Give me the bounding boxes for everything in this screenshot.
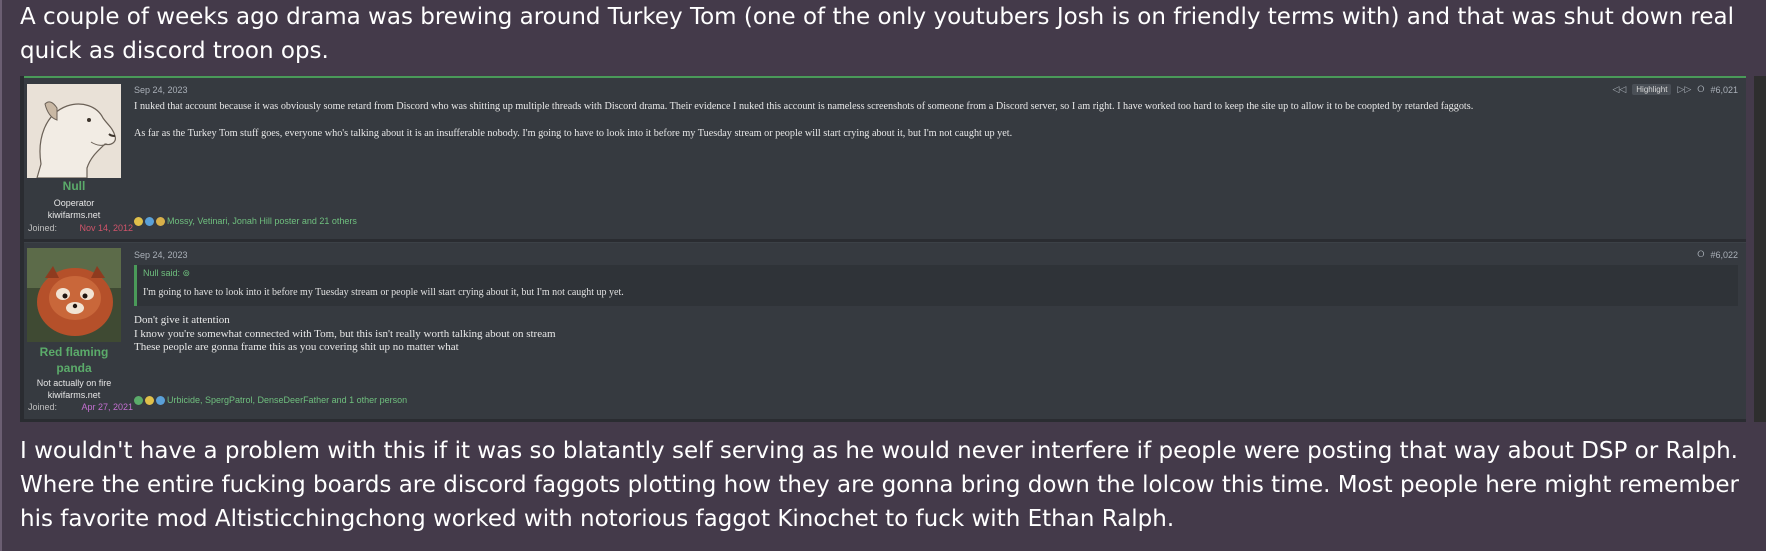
post-tools: ⭘ #6,022 (1697, 249, 1738, 260)
user-info: Red flaming panda Not actually on fire k… (24, 243, 133, 419)
reaction-users[interactable]: Mossy, Vetinari, Jonah Hill poster and 2… (167, 216, 357, 226)
embedded-screenshot: Null Ooperator kiwifarms.net Joined: Nov… (20, 76, 1746, 422)
username[interactable]: Null (24, 178, 124, 194)
quote-author[interactable]: Null said: (143, 268, 180, 278)
next-icon[interactable]: ▷▷ (1677, 84, 1691, 95)
post-body-line: As far as the Turkey Tom stuff goes, eve… (134, 128, 1013, 139)
joined-row: Joined: Apr 27, 2021 (28, 401, 133, 413)
quote-header[interactable]: Null said: ⊚ (143, 268, 190, 279)
forum-post: Red flaming panda Not actually on fire k… (24, 242, 1746, 419)
post-content: Sep 24, 2023 ⭘ #6,022 Null said: ⊚ I'm g… (134, 243, 1738, 419)
post-number[interactable]: #6,021 (1710, 85, 1738, 95)
joined-label: Joined: (28, 223, 58, 233)
joined-date: Apr 27, 2021 (81, 402, 133, 412)
left-border (0, 0, 2, 551)
joined-label: Joined: (28, 402, 58, 412)
user-site: kiwifarms.net (47, 390, 101, 400)
scrollbar-strip[interactable] (1754, 76, 1766, 422)
forum-post: Null Ooperator kiwifarms.net Joined: Nov… (24, 76, 1746, 239)
reaction-check-icon (134, 395, 143, 405)
post-tools: ◁◁ Highlight ▷▷ ⭘ #6,021 (1612, 84, 1738, 95)
quote-text: I'm going to have to look into it before… (143, 287, 624, 298)
post-body-line: These people are gonna frame this as you… (134, 341, 459, 353)
post-number[interactable]: #6,022 (1710, 250, 1738, 260)
joined-date: Nov 14, 2012 (79, 223, 133, 233)
post-content: Sep 24, 2023 ◁◁ Highlight ▷▷ ⭘ #6,021 I … (134, 78, 1738, 239)
post-date[interactable]: Sep 24, 2023 (134, 85, 188, 95)
up-arrow-icon[interactable]: ⊚ (183, 268, 191, 278)
reaction-bar[interactable]: Urbicide, SpergPatrol, DenseDeerFather a… (134, 395, 407, 405)
user-info: Null Ooperator kiwifarms.net Joined: Nov… (24, 78, 133, 239)
reaction-emoji-icon (156, 395, 165, 405)
post-paragraph-bottom: I wouldn't have a problem with this if i… (20, 438, 1739, 532)
share-icon[interactable]: ⭘ (1697, 84, 1704, 95)
reaction-trophy-icon (156, 216, 165, 226)
post-body-line: Don't give it attention (134, 314, 230, 326)
reaction-emoji-icon (145, 216, 154, 226)
reaction-emoji-icon (134, 216, 143, 226)
share-icon[interactable]: ⭘ (1697, 249, 1704, 260)
user-title: Ooperator (53, 198, 95, 208)
highlight-button[interactable]: Highlight (1632, 84, 1672, 95)
reaction-users[interactable]: Urbicide, SpergPatrol, DenseDeerFather a… (167, 395, 407, 405)
reaction-bar[interactable]: Mossy, Vetinari, Jonah Hill poster and 2… (134, 216, 357, 226)
user-title: Not actually on fire (36, 378, 112, 388)
joined-row: Joined: Nov 14, 2012 (28, 222, 133, 234)
user-site: kiwifarms.net (47, 210, 101, 220)
avatar[interactable] (27, 248, 121, 342)
reaction-moon-icon (145, 395, 154, 405)
post-date[interactable]: Sep 24, 2023 (134, 250, 188, 260)
username[interactable]: Red flaming panda (24, 344, 124, 376)
post-paragraph-top: A couple of weeks ago drama was brewing … (20, 4, 1735, 64)
quote-block: Null said: ⊚ I'm going to have to look i… (134, 265, 1738, 306)
avatar[interactable] (27, 84, 121, 178)
prev-icon[interactable]: ◁◁ (1612, 84, 1626, 95)
post-body-line: I nuked that account because it was obvi… (134, 101, 1474, 112)
